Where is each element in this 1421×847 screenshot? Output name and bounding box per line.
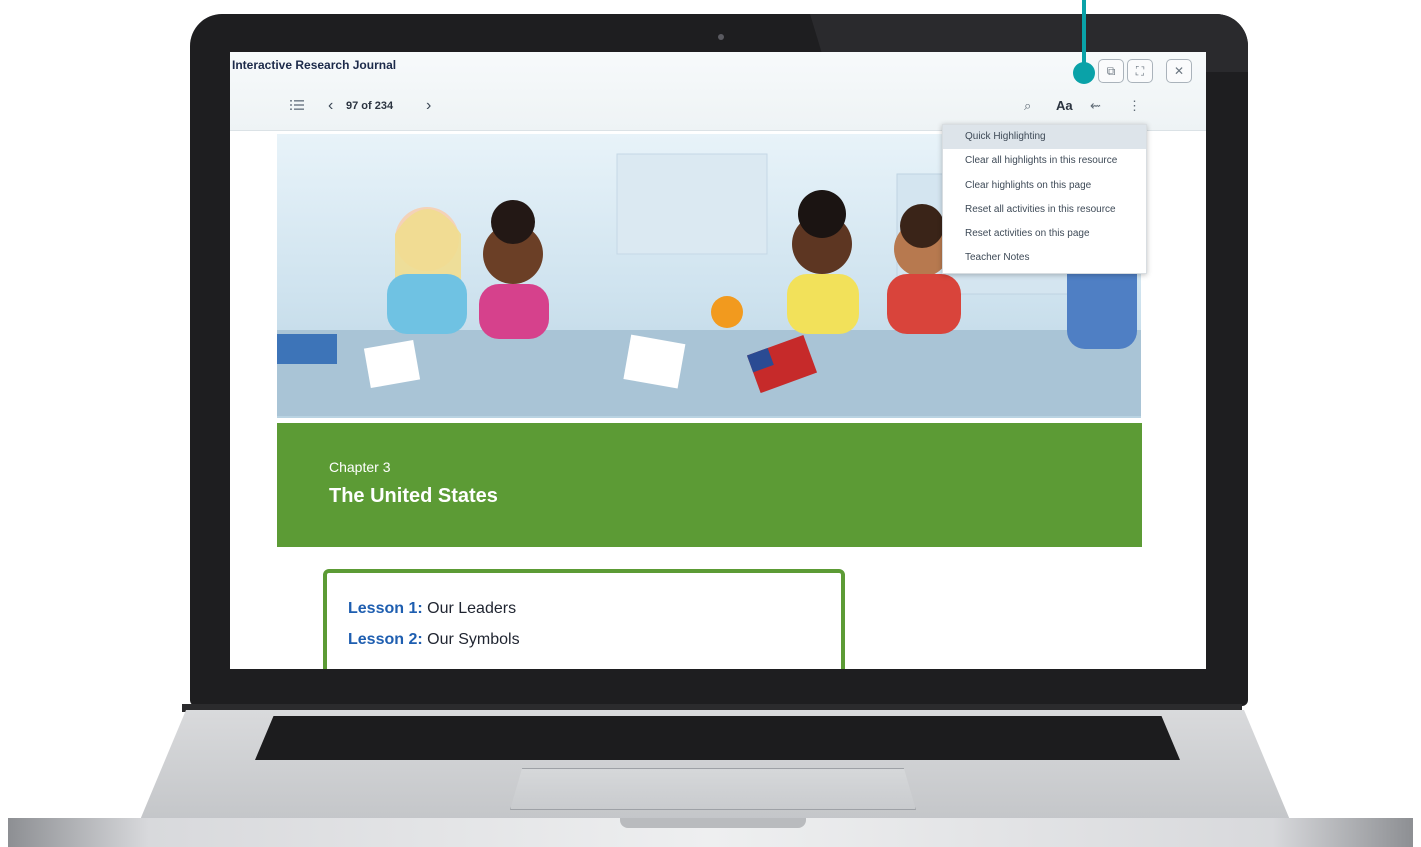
chapter-banner: Chapter 3 The United States bbox=[277, 423, 1142, 547]
menu-item-clear-page-highlights[interactable]: Clear highlights on this page bbox=[943, 174, 1146, 198]
app-header: Interactive Research Journal ⧉ ⛶ ✕ ‹ 97 … bbox=[230, 52, 1206, 131]
menu-item-teacher-notes[interactable]: Teacher Notes bbox=[943, 246, 1146, 270]
keyboard bbox=[255, 716, 1180, 760]
next-page-button[interactable]: › bbox=[426, 97, 431, 115]
chapter-title: The United States bbox=[329, 485, 498, 507]
menu-item-reset-page-activities[interactable]: Reset activities on this page bbox=[943, 222, 1146, 246]
lesson-title: Our Leaders bbox=[427, 600, 517, 617]
font-size-button[interactable]: Aa bbox=[1056, 98, 1073, 113]
chapter-label: Chapter 3 bbox=[329, 459, 391, 475]
app-screen: Interactive Research Journal ⧉ ⛶ ✕ ‹ 97 … bbox=[230, 52, 1206, 669]
laptop-opening-notch bbox=[620, 818, 806, 828]
menu-item-quick-highlighting[interactable]: Quick Highlighting bbox=[943, 125, 1146, 150]
close-icon: ✕ bbox=[1173, 64, 1185, 78]
search-icon[interactable]: ⌕ bbox=[1024, 98, 1031, 114]
lesson-number: Lesson 2: bbox=[348, 631, 423, 648]
lesson-number: Lesson 1: bbox=[348, 600, 423, 617]
open-in-new-icon: ⧉ bbox=[1106, 63, 1116, 78]
fullscreen-button[interactable]: ⛶ bbox=[1127, 59, 1153, 83]
previous-page-button[interactable]: ‹ bbox=[328, 97, 333, 115]
menu-item-clear-all-highlights[interactable]: Clear all highlights in this resource bbox=[943, 149, 1146, 173]
back-icon[interactable]: ⇜ bbox=[1090, 98, 1101, 114]
lesson-title: Our Symbols bbox=[427, 631, 520, 648]
app-title: Interactive Research Journal bbox=[232, 58, 397, 72]
lesson-item[interactable]: Lesson 2: Our Symbols bbox=[348, 631, 520, 649]
lesson-list: Lesson 1: Our Leaders Lesson 2: Our Symb… bbox=[323, 569, 845, 669]
trackpad bbox=[510, 768, 916, 810]
open-external-button[interactable]: ⧉ bbox=[1098, 59, 1124, 83]
options-menu: Quick Highlighting Clear all highlights … bbox=[942, 124, 1147, 274]
close-button[interactable]: ✕ bbox=[1166, 59, 1192, 83]
lesson-item[interactable]: Lesson 1: Our Leaders bbox=[348, 600, 516, 618]
callout-dot bbox=[1073, 62, 1095, 84]
table-of-contents-icon[interactable] bbox=[290, 99, 304, 111]
fullscreen-icon: ⛶ bbox=[1135, 63, 1145, 78]
camera-icon bbox=[718, 34, 724, 40]
reader-toolbar: ‹ 97 of 234 › ⌕ Aa ⇜ ⋮ bbox=[230, 90, 1206, 124]
page-indicator: 97 of 234 bbox=[346, 100, 394, 112]
menu-item-reset-all-activities[interactable]: Reset all activities in this resource bbox=[943, 198, 1146, 222]
more-options-icon[interactable]: ⋮ bbox=[1128, 98, 1141, 114]
